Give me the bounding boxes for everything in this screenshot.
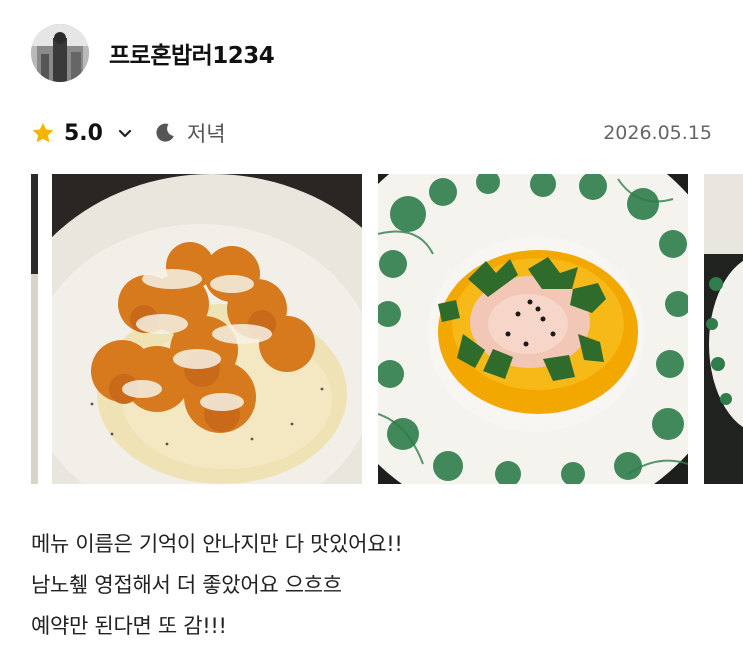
photo-croquettes[interactable] <box>52 174 362 484</box>
avatar-image <box>31 24 89 82</box>
review-text-line: 메뉴 이름은 기억이 안나지만 다 맛있어요!! <box>31 532 403 556</box>
photo-raw-fish[interactable] <box>378 174 688 484</box>
review-text-line: 남노췦 영접해서 더 좋았어요 으흐흐 <box>31 573 342 597</box>
meal-time-label: 저녁 <box>186 122 226 146</box>
review-card: 프로혼밥러1234 5.0 저녁 2026.05.15 메뉴 이름은 기억이 안… <box>0 0 743 669</box>
review-text: 메뉴 이름은 기억이 안나지만 다 맛있어요!! 남노췦 영접해서 더 좋았어요… <box>31 524 711 647</box>
photo-partial-left[interactable] <box>31 174 38 484</box>
photo-carousel[interactable] <box>0 174 743 484</box>
username[interactable]: 프로혼밥러1234 <box>109 36 275 70</box>
moon-icon <box>153 121 177 145</box>
star-icon <box>31 121 55 145</box>
review-text-line: 예약만 된다면 또 감!!! <box>31 614 227 638</box>
chevron-down-icon[interactable] <box>117 125 133 141</box>
photo-partial-right[interactable] <box>704 174 743 484</box>
rating-value: 5.0 <box>64 120 103 146</box>
review-header: 프로혼밥러1234 <box>31 24 275 82</box>
review-date: 2026.05.15 <box>603 122 712 144</box>
review-meta: 5.0 저녁 2026.05.15 <box>31 116 712 150</box>
avatar[interactable] <box>31 24 89 82</box>
